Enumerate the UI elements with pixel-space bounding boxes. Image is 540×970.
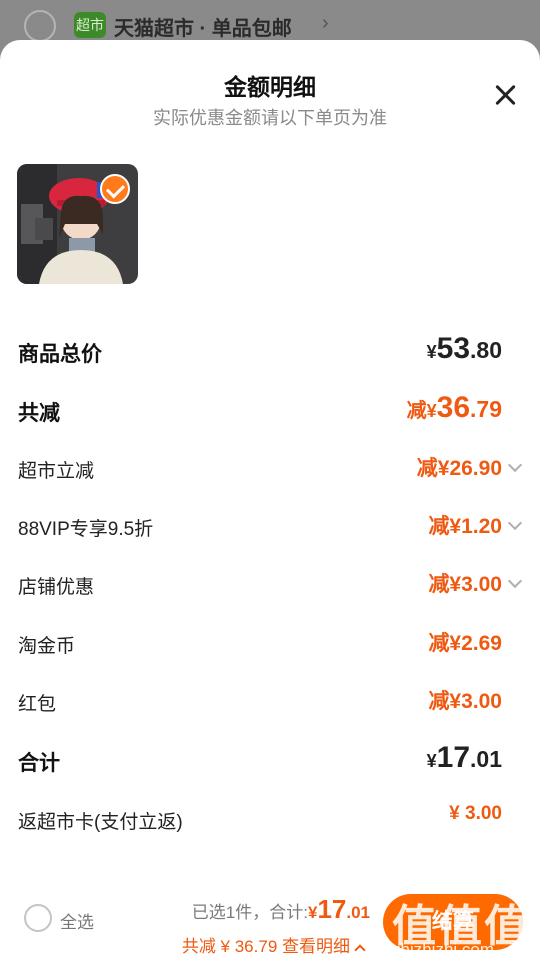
supermarket-badge: 超市 xyxy=(74,12,106,38)
row-total-price: 商品总价 ¥53.80 xyxy=(0,332,540,372)
close-icon[interactable] xyxy=(494,84,516,106)
row-label: 商品总价 xyxy=(18,343,102,366)
sheet-title: 金额明细 xyxy=(224,74,316,100)
row-total-discount: 共减 减¥36.79 xyxy=(0,391,540,431)
store-select-radio xyxy=(24,10,56,42)
row-value: 减¥3.00 xyxy=(428,690,502,713)
row-cashback: 返超市卡(支付立返) ¥ 3.00 xyxy=(0,799,540,839)
row-taojinbi: 淘金币 减¥2.69 xyxy=(0,623,540,663)
row-shop-discount[interactable]: 店铺优惠 减¥3.00 xyxy=(0,564,540,604)
row-label: 红包 xyxy=(18,694,57,715)
row-label: 店铺优惠 xyxy=(18,577,95,598)
row-label: 返超市卡(支付立返) xyxy=(18,812,183,833)
selected-check-icon[interactable] xyxy=(100,174,130,204)
row-label: 淘金币 xyxy=(18,636,76,657)
chevron-down-icon[interactable] xyxy=(507,573,523,589)
row-red-packet: 红包 减¥3.00 xyxy=(0,681,540,721)
chevron-right-icon: › xyxy=(322,12,329,34)
row-value: 减¥3.00 xyxy=(428,573,502,596)
row-label: 超市立减 xyxy=(18,461,95,482)
view-detail-link[interactable]: 共减 ¥ 36.79 查看明细 xyxy=(182,932,366,957)
select-all-radio[interactable] xyxy=(24,904,52,932)
amount-detail-sheet: 金额明细 实际优惠金额请以下单页为准 商品总价 ¥53.80 共减 减¥36.7… xyxy=(0,40,540,970)
select-all-label[interactable]: 全选 xyxy=(60,908,94,933)
total-amount: ¥17.01 xyxy=(307,894,370,924)
row-label: 共减 xyxy=(18,402,60,425)
row-supermarket-discount[interactable]: 超市立减 减¥26.90 xyxy=(0,448,540,488)
row-subtotal: 合计 ¥17.01 xyxy=(0,741,540,781)
selected-summary: 已选1件，合计:¥17.01 xyxy=(191,894,370,924)
row-value: 减¥36.79 xyxy=(406,391,502,424)
chevron-up-icon xyxy=(354,944,366,956)
row-label: 合计 xyxy=(18,752,60,775)
row-88vip-discount[interactable]: 88VIP专享9.5折 减¥1.20 xyxy=(0,506,540,546)
row-value: ¥53.80 xyxy=(426,332,502,365)
chevron-down-icon[interactable] xyxy=(507,515,523,531)
chevron-down-icon[interactable] xyxy=(507,457,523,473)
row-value: ¥17.01 xyxy=(426,741,502,774)
store-name: 天猫超市 · 单品包邮 xyxy=(114,18,292,40)
row-value: 减¥26.90 xyxy=(416,457,502,480)
sheet-subtitle: 实际优惠金额请以下单页为准 xyxy=(153,108,387,128)
watermark-url: zhizhizhi.com xyxy=(392,940,495,959)
row-value: 减¥1.20 xyxy=(428,515,502,538)
row-value: ¥ 3.00 xyxy=(449,803,502,824)
checkout-bar: 全选 已选1件，合计:¥17.01 共减 ¥ 36.79 查看明细 结算 值值值… xyxy=(0,880,540,970)
row-label: 88VIP专享9.5折 xyxy=(18,519,154,540)
row-value: 减¥2.69 xyxy=(428,632,502,655)
product-thumbnail[interactable] xyxy=(17,164,138,284)
